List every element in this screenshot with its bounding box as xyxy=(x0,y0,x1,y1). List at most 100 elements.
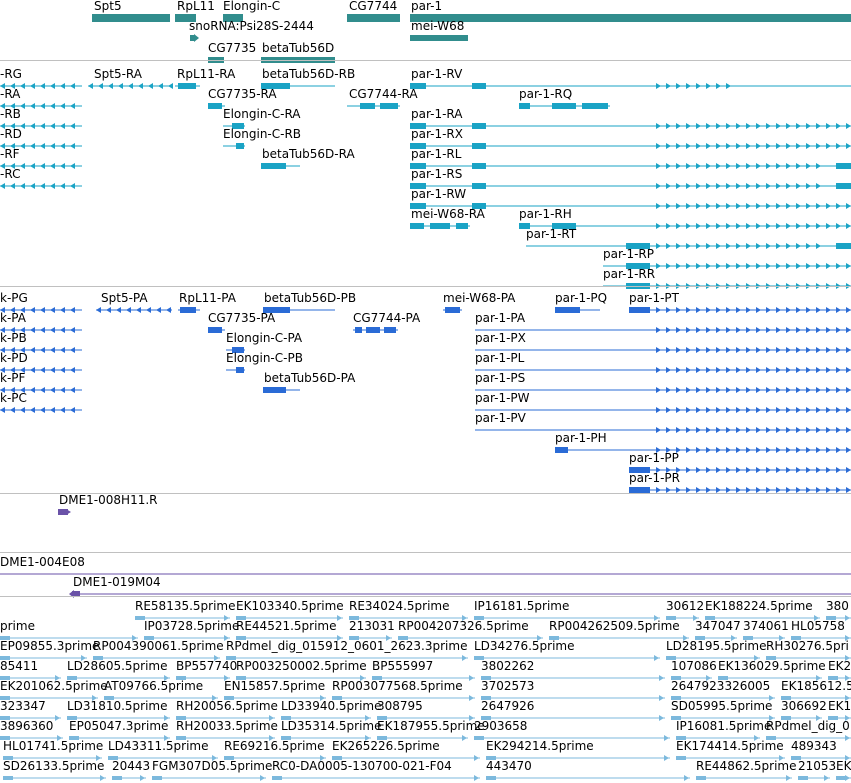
feature-label[interactable]: par-1-RT xyxy=(526,228,576,241)
feature-label[interactable]: EK265226.5prime xyxy=(332,740,440,753)
feature-label[interactable]: RH20056.5prime xyxy=(176,700,278,713)
feature-label[interactable]: k-PA xyxy=(0,312,26,325)
feature-label[interactable]: mei-W68 xyxy=(411,20,464,33)
feature-label[interactable]: 107086 xyxy=(671,660,717,673)
feature-label[interactable]: RE34024.5prime xyxy=(349,600,450,613)
feature-label[interactable]: RP003077568.5prime xyxy=(332,680,463,693)
feature-label[interactable]: -RC xyxy=(0,168,20,181)
feature-label[interactable]: par-1-RW xyxy=(411,188,466,201)
feature-label[interactable]: CG7735-PA xyxy=(208,312,275,325)
feature-label[interactable]: 2647923326005 xyxy=(671,680,770,693)
feature-label[interactable]: 2647926 xyxy=(481,700,534,713)
feature-label[interactable]: Elongin-C-PA xyxy=(226,332,302,345)
feature-label[interactable]: RP004390061.5prime xyxy=(93,640,224,653)
feature-label[interactable]: EK185612.5 xyxy=(781,680,851,693)
feature-glyph[interactable] xyxy=(0,261,851,271)
feature-label[interactable]: RP004207326.5prime xyxy=(398,620,529,633)
feature-label[interactable]: par-1-PP xyxy=(629,452,679,465)
feature-label[interactable]: betaTub56D xyxy=(262,42,334,55)
feature-label[interactable]: LD28195.5prime xyxy=(666,640,767,653)
feature-label[interactable]: EK188224.5prime xyxy=(705,600,813,613)
feature-label[interactable]: LD43311.5prime xyxy=(108,740,209,753)
feature-label[interactable]: -RF xyxy=(0,148,20,161)
feature-label[interactable]: IP03728.5prime xyxy=(144,620,239,633)
feature-label[interactable]: AT09766.5prime xyxy=(104,680,203,693)
feature-glyph[interactable] xyxy=(0,445,851,455)
feature-label[interactable]: EK1 xyxy=(828,700,851,713)
feature-label[interactable]: par-1-RQ xyxy=(519,88,572,101)
feature-glyph[interactable] xyxy=(0,425,851,435)
feature-label[interactable]: RP003250002.5prime xyxy=(236,660,367,673)
feature-glyph[interactable] xyxy=(0,33,851,43)
feature-label[interactable]: HL01741.5prime xyxy=(3,740,103,753)
feature-label[interactable]: RE44521.5prime xyxy=(236,620,337,633)
feature-label[interactable]: k-PC xyxy=(0,392,27,405)
feature-label[interactable]: BP557740 xyxy=(176,660,237,673)
feature-glyph[interactable] xyxy=(0,507,851,517)
feature-label[interactable]: Elongin-C xyxy=(223,0,280,13)
feature-label[interactable]: Elongin-C-RB xyxy=(223,128,301,141)
feature-glyph[interactable] xyxy=(0,325,851,335)
feature-label[interactable]: CG7744-PA xyxy=(353,312,420,325)
feature-label[interactable]: FGM307D05.5prime xyxy=(152,760,272,773)
feature-label[interactable]: EP05047.3prime xyxy=(69,720,168,733)
feature-label[interactable]: RH20033.5prime xyxy=(176,720,278,733)
feature-label[interactable]: CG7735 xyxy=(208,42,256,55)
feature-label[interactable]: CG7735-RA xyxy=(208,88,277,101)
feature-label[interactable]: par-1-PA xyxy=(475,312,525,325)
feature-label[interactable]: EK174414.5prime xyxy=(676,740,784,753)
feature-label[interactable]: betaTub56D-RA xyxy=(262,148,355,161)
feature-label[interactable]: LD28605.5prime xyxy=(67,660,168,673)
feature-label[interactable]: par-1-RV xyxy=(411,68,462,81)
feature-label[interactable]: LD33940.5prime xyxy=(281,700,382,713)
feature-label[interactable]: RP004262509.5prime xyxy=(549,620,680,633)
feature-label[interactable]: RE58135.5prime xyxy=(135,600,236,613)
feature-label[interactable]: par-1-RH xyxy=(519,208,572,221)
feature-label[interactable]: LD35314.5prime xyxy=(281,720,382,733)
feature-label[interactable]: -RD xyxy=(0,128,22,141)
feature-label[interactable]: par-1-PX xyxy=(475,332,526,345)
feature-label[interactable]: 3896360 xyxy=(0,720,53,733)
feature-label[interactable]: IP16181.5prime xyxy=(474,600,569,613)
feature-label[interactable]: RPdmel_dig_015912_0601_2623.3prime xyxy=(226,640,467,653)
feature-label[interactable]: par-1-RR xyxy=(603,268,655,281)
feature-label[interactable]: DME1-004E08 xyxy=(0,556,85,569)
feature-label[interactable]: par-1-RP xyxy=(603,248,654,261)
feature-label[interactable]: 347047 xyxy=(695,620,741,633)
feature-glyph[interactable] xyxy=(0,365,851,375)
feature-glyph[interactable] xyxy=(0,241,851,251)
feature-label[interactable]: par-1-PT xyxy=(629,292,679,305)
feature-label[interactable]: DME1-019M04 xyxy=(73,576,161,589)
feature-label[interactable]: 374061 xyxy=(743,620,789,633)
feature-label[interactable]: EN15857.5prime xyxy=(224,680,325,693)
feature-label[interactable]: EK136029.5prime xyxy=(718,660,826,673)
feature-glyph[interactable] xyxy=(0,385,851,395)
feature-label[interactable]: k-PD xyxy=(0,352,28,365)
feature-label[interactable]: 3702573 xyxy=(481,680,534,693)
feature-label[interactable]: betaTub56D-PA xyxy=(264,372,355,385)
feature-label[interactable]: par-1-PH xyxy=(555,432,607,445)
feature-label[interactable]: par-1 xyxy=(411,0,442,13)
feature-label[interactable]: EP09855.3prime xyxy=(0,640,99,653)
feature-label[interactable]: RPdmel_dig_017 xyxy=(766,720,851,733)
feature-label[interactable]: RE44862.5prime xyxy=(696,760,797,773)
feature-label[interactable]: RpL11-RA xyxy=(177,68,235,81)
feature-label[interactable]: EK2 xyxy=(828,660,851,673)
feature-label[interactable]: EK294214.5prime xyxy=(486,740,594,753)
feature-label[interactable]: 21053 xyxy=(798,760,836,773)
feature-label[interactable]: 30612 xyxy=(666,600,704,613)
feature-label[interactable]: par-1-PV xyxy=(475,412,526,425)
feature-label[interactable]: par-1-PW xyxy=(475,392,530,405)
feature-label[interactable]: Spt5 xyxy=(94,0,122,13)
feature-glyph[interactable] xyxy=(0,465,851,475)
feature-label[interactable]: par-1-RX xyxy=(411,128,463,141)
feature-label[interactable]: 489343 xyxy=(791,740,837,753)
feature-label[interactable]: EK103340.5prime xyxy=(236,600,344,613)
feature-label[interactable]: Spt5-PA xyxy=(101,292,148,305)
feature-label[interactable]: SD05995.5prime xyxy=(671,700,772,713)
feature-glyph[interactable] xyxy=(0,345,851,355)
feature-label[interactable]: Spt5-RA xyxy=(94,68,142,81)
feature-label[interactable]: par-1-RS xyxy=(411,168,462,181)
feature-label[interactable]: BP555997 xyxy=(372,660,433,673)
feature-label[interactable]: k-PG xyxy=(0,292,28,305)
